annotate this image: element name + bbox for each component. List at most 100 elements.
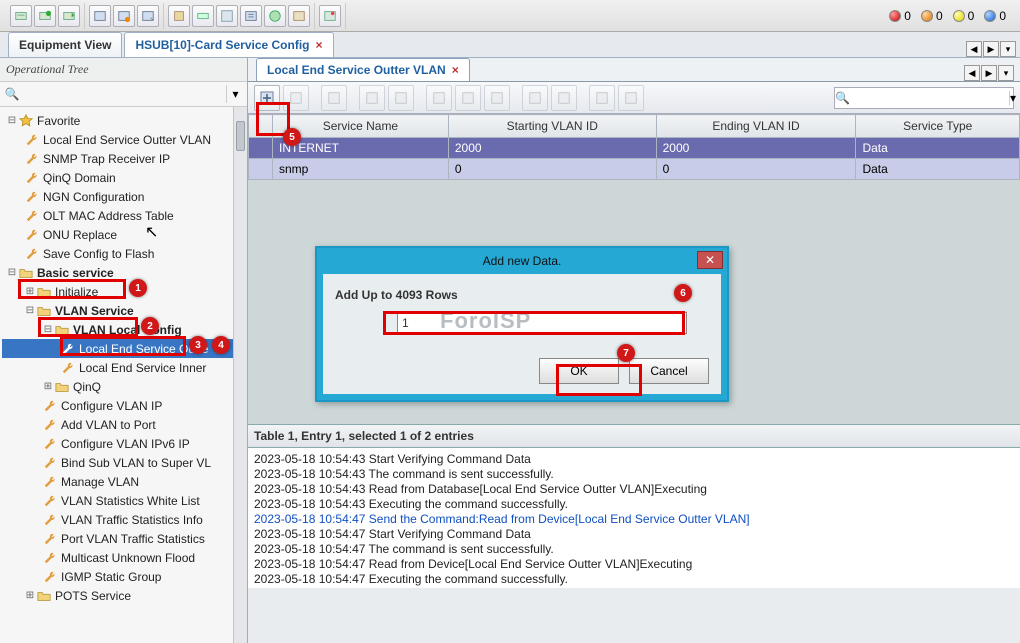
- tree-item[interactable]: ⊞Initialize: [2, 282, 247, 301]
- tree-item[interactable]: Save Config to Flash: [2, 244, 247, 263]
- status-red: 0: [889, 9, 911, 23]
- search-dropdown-icon[interactable]: ▾: [1009, 91, 1016, 105]
- tree-item[interactable]: Local End Service Outter VLAN: [2, 130, 247, 149]
- badge-5: 5: [283, 128, 301, 146]
- toolbar-btn[interactable]: [551, 85, 577, 111]
- toolbar-btn-6[interactable]: [137, 5, 159, 27]
- main-tabbar: Equipment View HSUB[10]-Card Service Con…: [0, 32, 1020, 58]
- tree-scrollbar[interactable]: [233, 107, 247, 643]
- tree-label: QinQ: [73, 380, 101, 394]
- toolbar-btn[interactable]: [522, 85, 548, 111]
- dialog-label: Add Up to 4093 Rows: [335, 288, 709, 302]
- toolbar-btn[interactable]: [426, 85, 452, 111]
- tree-item[interactable]: ⊞POTS Service: [2, 586, 247, 605]
- inner-tab-nav-menu[interactable]: ▾: [998, 65, 1014, 81]
- toolbar-btn-4[interactable]: [89, 5, 111, 27]
- wrench-icon: [42, 398, 58, 414]
- star-icon: [18, 113, 34, 129]
- tree-favorite[interactable]: ⊟Favorite: [2, 111, 247, 130]
- ok-button[interactable]: OK: [539, 358, 619, 384]
- tree-item[interactable]: QinQ Domain: [2, 168, 247, 187]
- toolbar-btn-1[interactable]: [10, 5, 32, 27]
- add-button[interactable]: [254, 85, 280, 111]
- tree-item[interactable]: Configure VLAN IPv6 IP: [2, 434, 247, 453]
- tree-item[interactable]: ONU Replace: [2, 225, 247, 244]
- inner-tab-local-end-outter[interactable]: Local End Service Outter VLAN×: [256, 58, 470, 81]
- blue-dot-icon: [984, 10, 996, 22]
- close-icon[interactable]: ×: [316, 38, 323, 52]
- red-dot-icon: [889, 10, 901, 22]
- table-row[interactable]: INTERNET 2000 2000 Data: [249, 138, 1020, 159]
- toolbar-btn[interactable]: [283, 85, 309, 111]
- tree-vlan-service[interactable]: ⊟VLAN Service: [2, 301, 247, 320]
- toolbar-btn-3[interactable]: [58, 5, 80, 27]
- toolbar-btn-13[interactable]: [319, 5, 341, 27]
- tab-nav-prev[interactable]: ◀: [966, 41, 982, 57]
- content-search-input[interactable]: [850, 89, 1009, 107]
- close-icon[interactable]: ×: [452, 63, 459, 77]
- tree-item[interactable]: ⊞QinQ: [2, 377, 247, 396]
- search-dropdown-icon[interactable]: ▾: [226, 85, 244, 103]
- status-red-count: 0: [904, 9, 911, 23]
- tree-label: Manage VLAN: [61, 475, 139, 489]
- tree-item[interactable]: NGN Configuration: [2, 187, 247, 206]
- tree-item[interactable]: Multicast Unknown Flood: [2, 548, 247, 567]
- tree-label: Configure VLAN IP: [61, 399, 162, 413]
- tree-item[interactable]: Configure VLAN IP: [2, 396, 247, 415]
- col-service-type[interactable]: Service Type: [856, 115, 1020, 138]
- toolbar-btn[interactable]: [455, 85, 481, 111]
- tree-label: QinQ Domain: [43, 171, 116, 185]
- col-ending-vlan[interactable]: Ending VLAN ID: [656, 115, 856, 138]
- wrench-icon: [42, 493, 58, 509]
- toolbar-btn[interactable]: [589, 85, 615, 111]
- toolbar-btn[interactable]: [618, 85, 644, 111]
- tree-item[interactable]: Manage VLAN: [2, 472, 247, 491]
- tree-item[interactable]: SNMP Trap Receiver IP: [2, 149, 247, 168]
- tree-label: POTS Service: [55, 589, 131, 603]
- table-row[interactable]: snmp 0 0 Data: [249, 159, 1020, 180]
- toolbar-btn-10[interactable]: [240, 5, 262, 27]
- log-line: 2023-05-18 10:54:43 Executing the comman…: [254, 497, 1014, 512]
- dialog-title-text: Add new Data.: [483, 254, 562, 268]
- badge-7: 7: [617, 344, 635, 362]
- tree-item[interactable]: Port VLAN Traffic Statistics: [2, 529, 247, 548]
- cancel-button[interactable]: Cancel: [629, 358, 709, 384]
- toolbar-btn-5[interactable]: [113, 5, 135, 27]
- tree-item[interactable]: VLAN Statistics White List: [2, 491, 247, 510]
- toolbar-btn-11[interactable]: [264, 5, 286, 27]
- dialog-close-button[interactable]: ✕: [697, 251, 723, 269]
- tree-label: VLAN Service: [55, 304, 134, 318]
- toolbar-btn[interactable]: [321, 85, 347, 111]
- wrench-icon: [24, 189, 40, 205]
- tree-item[interactable]: Local End Service Inner: [2, 358, 247, 377]
- inner-tab-nav-prev[interactable]: ◀: [964, 65, 980, 81]
- tree-basic-service[interactable]: ⊟Basic service: [2, 263, 247, 282]
- toolbar-btn[interactable]: [388, 85, 414, 111]
- tab-nav-menu[interactable]: ▾: [1000, 41, 1016, 57]
- tree-item[interactable]: IGMP Static Group: [2, 567, 247, 586]
- tree-search-input[interactable]: [23, 85, 224, 103]
- tree-vlan-local-config[interactable]: ⊟VLAN Local Config: [2, 320, 247, 339]
- tree-label: Local End Service Inner: [79, 361, 206, 375]
- status-yellow-count: 0: [968, 9, 975, 23]
- tree-item[interactable]: Add VLAN to Port: [2, 415, 247, 434]
- tree-item[interactable]: OLT MAC Address Table: [2, 206, 247, 225]
- wrench-icon: [24, 246, 40, 262]
- toolbar-btn-8[interactable]: [192, 5, 214, 27]
- toolbar-btn[interactable]: [484, 85, 510, 111]
- tab-card-service-config[interactable]: HSUB[10]-Card Service Config×: [124, 32, 333, 57]
- col-starting-vlan[interactable]: Starting VLAN ID: [448, 115, 656, 138]
- toolbar-btn-12[interactable]: [288, 5, 310, 27]
- log-line: 2023-05-18 10:54:43 Start Verifying Comm…: [254, 452, 1014, 467]
- tab-equipment-view[interactable]: Equipment View: [8, 32, 122, 57]
- toolbar-btn-9[interactable]: [216, 5, 238, 27]
- tree-item[interactable]: Bind Sub VLAN to Super VL: [2, 453, 247, 472]
- toolbar-btn[interactable]: [359, 85, 385, 111]
- tab-nav-next[interactable]: ▶: [983, 41, 999, 57]
- search-icon: 🔍: [835, 91, 850, 105]
- toolbar-btn-7[interactable]: [168, 5, 190, 27]
- tree-local-end-outter-selected[interactable]: Local End Service Outte: [2, 339, 247, 358]
- inner-tab-nav-next[interactable]: ▶: [981, 65, 997, 81]
- tree-item[interactable]: VLAN Traffic Statistics Info: [2, 510, 247, 529]
- toolbar-btn-2[interactable]: [34, 5, 56, 27]
